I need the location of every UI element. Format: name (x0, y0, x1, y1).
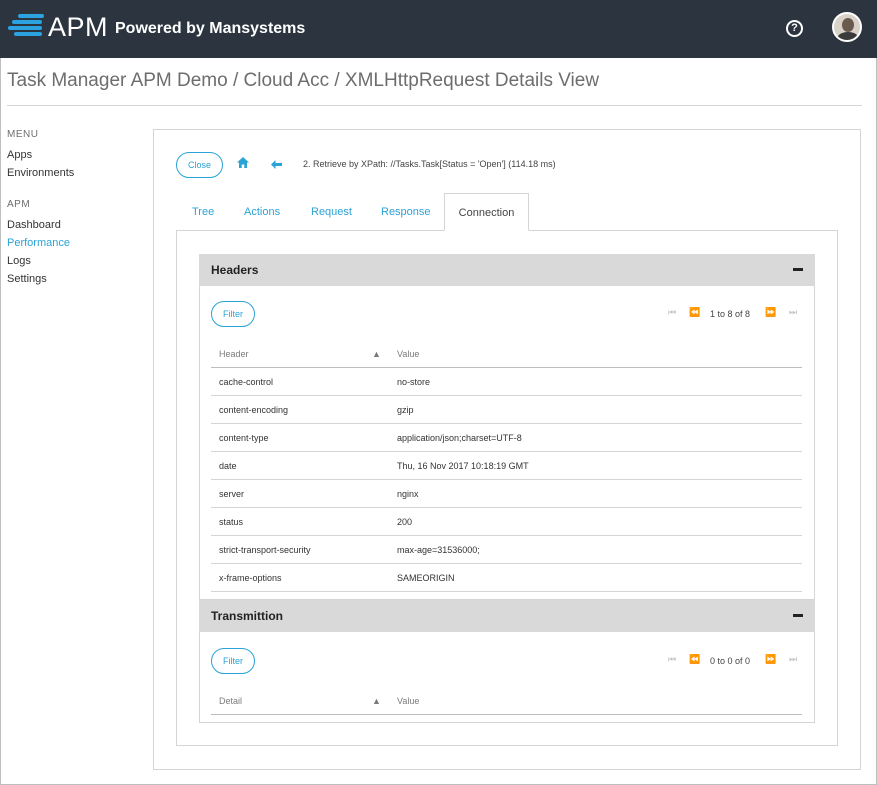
table-cell-header: strict-transport-security (219, 545, 311, 555)
sidebar-heading-menu: MENU (7, 129, 39, 140)
help-icon[interactable]: ? (786, 20, 803, 37)
tab-tree[interactable]: Tree (192, 206, 214, 218)
last-page-icon[interactable]: ⏭ (789, 307, 797, 318)
table-cell-value: gzip (397, 405, 414, 415)
breadcrumb: 2. Retrieve by XPath: //Tasks.Task[Statu… (303, 159, 556, 169)
top-bar: APM Powered by Mansystems ? (0, 0, 877, 58)
sidebar-item-settings[interactable]: Settings (7, 273, 47, 285)
table-row-divider (211, 451, 802, 452)
table-cell-header: x-frame-options (219, 573, 282, 583)
table-cell-header: status (219, 517, 244, 527)
first-page-icon[interactable]: ⏮ (668, 307, 676, 318)
transmittion-section-header: Transmittion (199, 600, 815, 632)
tab-connection[interactable]: Connection (444, 193, 529, 231)
sidebar-item-apps[interactable]: Apps (7, 149, 32, 161)
table-cell-header: date (219, 461, 237, 471)
title-divider (7, 105, 862, 106)
tab-actions[interactable]: Actions (244, 206, 280, 218)
table-cell-value: no-store (397, 377, 431, 387)
sidebar-heading-apm: APM (7, 199, 31, 210)
headers-section-title: Headers (211, 263, 259, 277)
table-cell-header: cache-control (219, 377, 274, 387)
avatar[interactable] (832, 12, 862, 42)
arrow-left-icon[interactable] (271, 158, 282, 172)
table-cell-header: content-type (219, 433, 269, 443)
table-header-divider (211, 714, 802, 715)
first-page-icon[interactable]: ⏮ (668, 654, 676, 665)
brand-tagline: Powered by Mansystems (115, 20, 306, 37)
table-cell-header: server (219, 489, 245, 499)
table-row-divider (211, 507, 802, 508)
sidebar-item-dashboard[interactable]: Dashboard (7, 219, 61, 231)
table-cell-value: Thu, 16 Nov 2017 10:18:19 GMT (397, 461, 529, 471)
next-page-icon[interactable]: ⏩ (765, 307, 776, 318)
headers-pager-text: 1 to 8 of 8 (710, 309, 751, 319)
transmittion-filter-button[interactable]: Filter (211, 648, 255, 674)
table-cell-value: nginx (397, 489, 419, 499)
brand-name: APM (48, 12, 109, 42)
table-row-divider (211, 423, 802, 424)
sidebar-item-performance[interactable]: Performance (7, 237, 70, 249)
table-cell-value: SAMEORIGIN (397, 573, 455, 583)
page-title: Task Manager APM Demo / Cloud Acc / XMLH… (7, 70, 600, 91)
previous-page-icon[interactable]: ⏪ (689, 307, 700, 318)
tab-response[interactable]: Response (381, 206, 431, 218)
table-cell-value: application/json;charset=UTF-8 (397, 433, 522, 443)
sort-ascending-icon[interactable]: ▲ (372, 349, 381, 359)
table-row-divider (211, 479, 802, 480)
table-row-divider (211, 563, 802, 564)
headers-filter-button[interactable]: Filter (211, 301, 255, 327)
tab-request[interactable]: Request (311, 206, 352, 218)
headers-section-header: Headers (199, 254, 815, 286)
transmittion-pager-text: 0 to 0 of 0 (710, 656, 751, 666)
column-header-header[interactable]: Header (219, 349, 249, 359)
previous-page-icon[interactable]: ⏪ (689, 654, 700, 665)
column-header-detail[interactable]: Detail (219, 696, 242, 706)
apm-logo-icon (8, 14, 44, 36)
table-cell-header: content-encoding (219, 405, 289, 415)
table-header-divider (211, 367, 802, 368)
table-row-divider (211, 535, 802, 536)
sidebar-item-logs[interactable]: Logs (7, 255, 31, 267)
collapse-icon[interactable] (793, 268, 803, 271)
sort-ascending-icon[interactable]: ▲ (372, 696, 381, 706)
close-button[interactable]: Close (176, 152, 223, 178)
table-row-divider (211, 591, 802, 592)
column-header-value[interactable]: Value (397, 696, 419, 706)
next-page-icon[interactable]: ⏩ (765, 654, 776, 665)
table-row-divider (211, 395, 802, 396)
home-icon[interactable] (237, 157, 249, 171)
collapse-icon[interactable] (793, 614, 803, 617)
table-cell-value: max-age=31536000; (397, 545, 480, 555)
table-cell-value: 200 (397, 517, 413, 527)
last-page-icon[interactable]: ⏭ (789, 654, 797, 665)
sidebar-item-environments[interactable]: Environments (7, 167, 74, 179)
transmittion-section-title: Transmittion (211, 609, 284, 623)
column-header-value[interactable]: Value (397, 349, 419, 359)
